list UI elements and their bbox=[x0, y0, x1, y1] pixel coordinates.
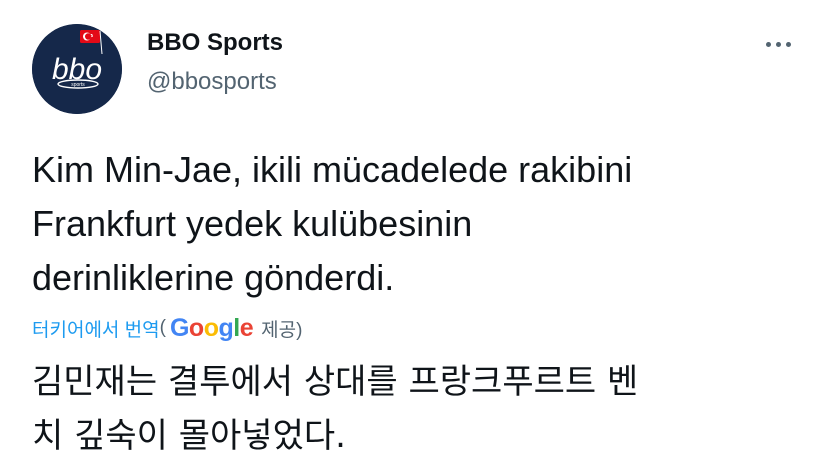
tweet-text-line: Frankfurt yedek kulübesinin bbox=[32, 203, 473, 244]
provided-by-label: 제공) bbox=[261, 319, 303, 341]
google-logo-letter: o bbox=[203, 313, 219, 342]
more-horizontal-icon bbox=[775, 41, 781, 47]
avatar[interactable]: bbo sports bbox=[32, 24, 122, 114]
translated-text-line: 치 깊숙이 몰아넣었다. bbox=[32, 416, 346, 456]
open-paren: ( bbox=[159, 317, 166, 338]
google-logo-letter: G bbox=[169, 313, 189, 342]
google-logo: Google bbox=[169, 313, 254, 343]
more-horizontal-icon bbox=[765, 41, 771, 47]
translated-text-line: 김민재는 결투에서 상대를 프랑크푸르트 벤 bbox=[32, 362, 639, 402]
tweet-text: Kim Min-Jae, ikili mücadelede rakibini F… bbox=[32, 143, 812, 305]
tweet-text-line: Kim Min-Jae, ikili mücadelede rakibini bbox=[32, 149, 633, 190]
google-logo-letter: o bbox=[188, 313, 204, 342]
more-horizontal-icon bbox=[785, 41, 791, 47]
tweet-card: bbo sports BBO Sports @bbosports Kim Min… bbox=[0, 0, 828, 472]
translation-attribution: 터키어에서 번역 ( Google 제공) bbox=[32, 311, 302, 345]
translated-text: 김민재는 결투에서 상대를 프랑크푸르트 벤 치 깊숙이 몰아넣었다. bbox=[32, 355, 812, 463]
more-options-button[interactable] bbox=[752, 26, 804, 62]
tweet-text-line: derinliklerine gönderdi. bbox=[32, 257, 395, 298]
author-handle[interactable]: @bbosports bbox=[147, 68, 277, 96]
author-display-name[interactable]: BBO Sports bbox=[147, 29, 283, 57]
logo-subtext: sports bbox=[71, 82, 85, 88]
google-logo-letter: g bbox=[218, 313, 234, 342]
google-logo-letter: e bbox=[239, 313, 254, 342]
bbo-sports-logo: bbo sports bbox=[32, 24, 122, 114]
translate-link[interactable]: 터키어에서 번역 bbox=[32, 315, 160, 342]
